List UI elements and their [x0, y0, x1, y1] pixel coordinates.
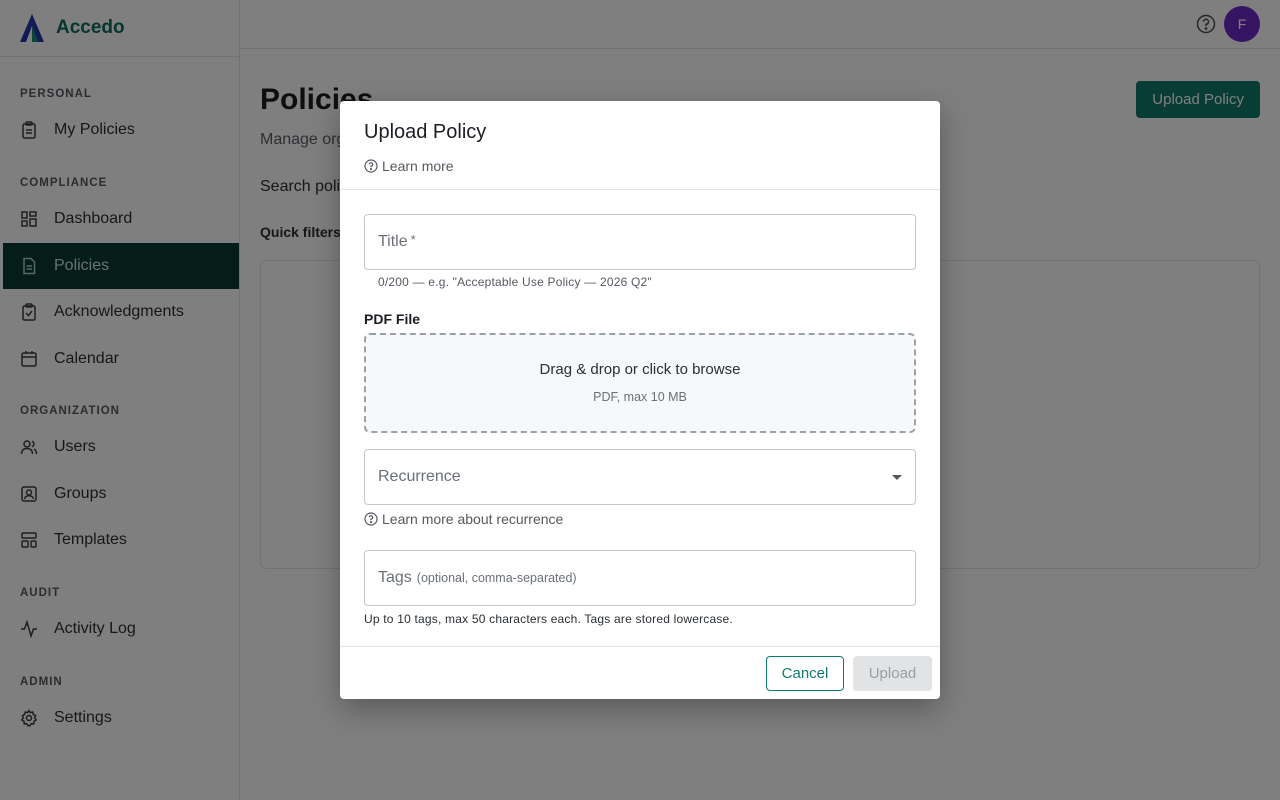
pdf-dropzone[interactable]: Drag & drop or click to browse PDF, max …: [364, 333, 916, 433]
dropzone-text: Drag & drop or click to browse: [539, 361, 741, 378]
required-mark: *: [410, 231, 416, 247]
learn-more-recurrence-text: Learn more about recurrence: [382, 511, 564, 527]
tags-placeholder: Tags: [378, 569, 412, 586]
help-circle-icon: [364, 159, 378, 173]
tags-input[interactable]: Tags (optional, comma-separated): [364, 550, 916, 606]
dialog-header: Upload Policy Learn more: [340, 101, 940, 190]
cancel-button[interactable]: Cancel: [766, 656, 844, 691]
learn-more-text: Learn more: [382, 158, 454, 174]
help-circle-icon: [364, 512, 378, 526]
title-helper: 0/200 — e.g. "Acceptable Use Policy — 20…: [378, 275, 652, 289]
tags-helper: Up to 10 tags, max 50 characters each. T…: [364, 612, 733, 626]
upload-policy-dialog: Upload Policy Learn more Title * 0/200 — …: [340, 101, 940, 699]
learn-more-recurrence-link[interactable]: Learn more about recurrence: [364, 511, 563, 527]
dialog-footer: Cancel Upload: [340, 646, 940, 699]
dropzone-hint: PDF, max 10 MB: [593, 390, 687, 404]
title-placeholder: Title: [378, 233, 408, 250]
dialog-title: Upload Policy: [364, 121, 487, 143]
chevron-down-icon: [892, 475, 902, 480]
title-input[interactable]: Title *: [364, 214, 916, 270]
pdf-file-label: PDF File: [364, 311, 421, 327]
recurrence-label: Recurrence: [378, 468, 461, 485]
upload-button[interactable]: Upload: [853, 656, 932, 691]
learn-more-link[interactable]: Learn more: [364, 158, 916, 174]
tags-hint: (optional, comma-separated): [416, 571, 577, 585]
recurrence-select[interactable]: Recurrence: [364, 449, 916, 505]
